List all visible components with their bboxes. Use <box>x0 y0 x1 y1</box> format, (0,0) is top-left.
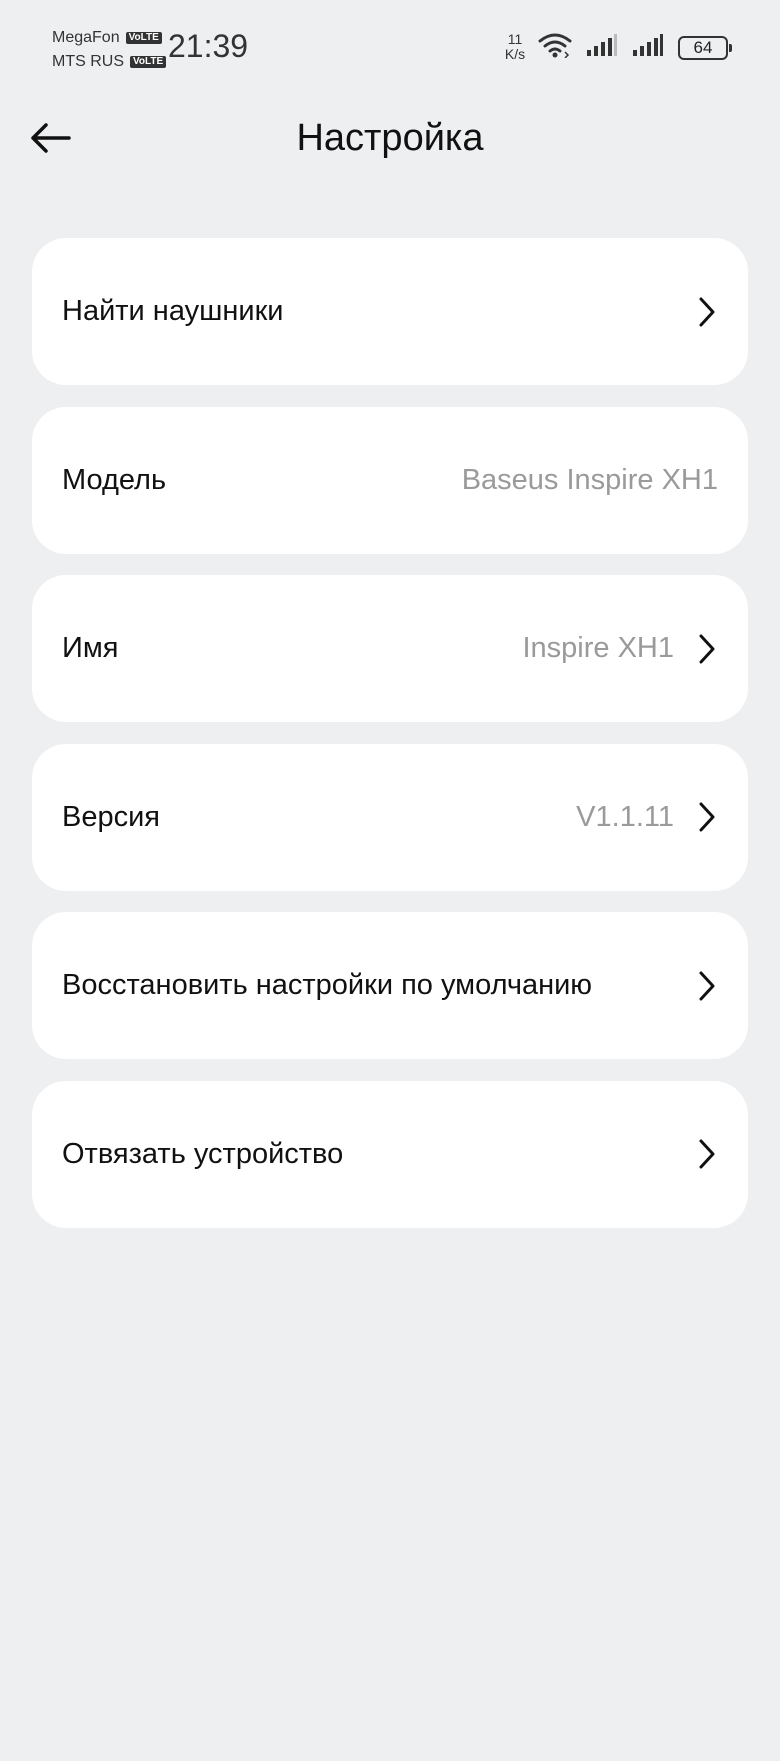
name-value: Inspire XH1 <box>522 632 674 664</box>
reset-defaults-item[interactable]: Восстановить настройки по умолчанию <box>32 912 748 1059</box>
signal-icon <box>586 33 618 62</box>
carrier-name-1: MegaFon <box>52 29 120 46</box>
battery-level: 64 <box>693 37 713 57</box>
status-icons: 64 <box>538 32 732 63</box>
carrier-info: MegaFon VoLTE MTS RUS VoLTE <box>52 26 167 74</box>
carrier-name-2: MTS RUS <box>52 53 124 70</box>
page-title: Настройка <box>296 117 484 159</box>
name-item[interactable]: Имя Inspire XH1 <box>32 575 748 722</box>
item-label: Отвязать устройство <box>62 1137 344 1170</box>
network-speed-unit: K/s <box>504 46 526 62</box>
model-item: Модель Baseus Inspire XH1 <box>32 406 748 554</box>
volte-badge: VoLTE <box>130 56 167 68</box>
find-earbuds-item[interactable]: Найти наушники <box>32 238 748 385</box>
item-label: Модель <box>62 463 167 496</box>
model-value: Baseus Inspire XH1 <box>461 463 718 496</box>
signal-icon <box>632 33 664 62</box>
item-label: Имя <box>62 632 119 664</box>
status-bar: MegaFon VoLTE MTS RUS VoLTE 21:39 11 K/s <box>0 0 780 90</box>
item-label: Восстановить настройки по умолчанию <box>62 969 593 1001</box>
settings-list: Найти наушники Модель Baseus Inspire XH1… <box>32 238 748 1249</box>
header: Настройка <box>0 100 780 180</box>
wifi-icon <box>538 32 572 63</box>
network-speed: 11 K/s <box>500 32 530 62</box>
status-clock: 21:39 <box>168 28 249 64</box>
chevron-right-icon <box>696 1137 718 1171</box>
version-value: V1.1.11 <box>576 800 674 833</box>
unbind-device-item[interactable]: Отвязать устройство <box>32 1080 748 1228</box>
chevron-right-icon <box>696 969 718 1003</box>
version-item[interactable]: Версия V1.1.11 <box>32 743 748 891</box>
volte-badge: VoLTE <box>125 32 162 44</box>
chevron-right-icon <box>696 295 718 329</box>
network-speed-value: 11 <box>507 31 523 47</box>
item-label: Найти наушники <box>62 295 284 327</box>
chevron-right-icon <box>696 632 718 666</box>
battery-icon: 64 <box>678 35 732 60</box>
chevron-right-icon <box>696 800 718 834</box>
item-label: Версия <box>62 800 161 833</box>
